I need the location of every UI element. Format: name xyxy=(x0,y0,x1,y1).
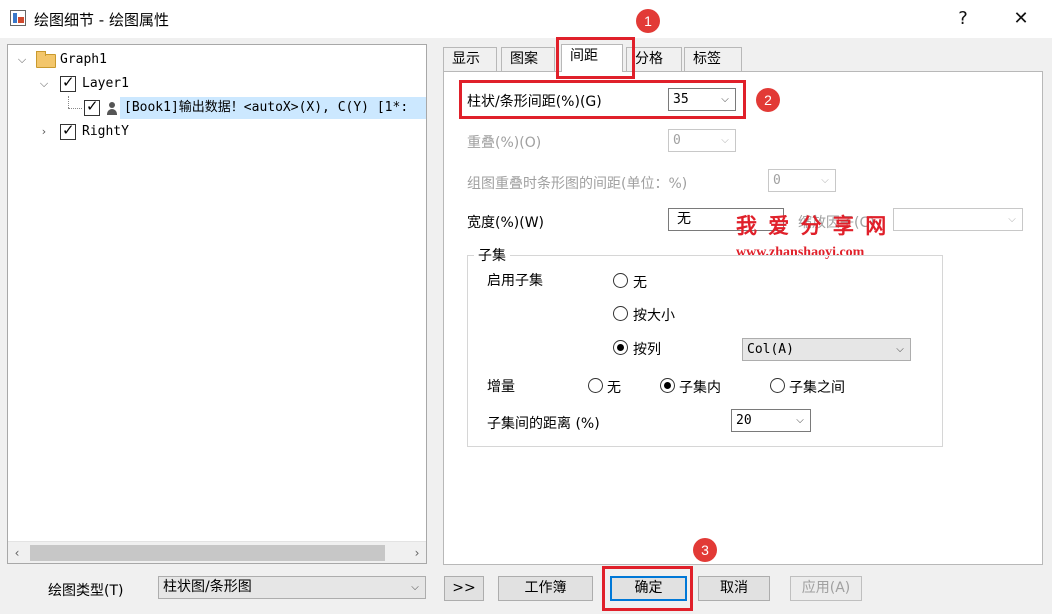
tab-spacing[interactable]: 间距 xyxy=(561,44,623,72)
tree-item-plot[interactable]: [Book1]输出数据！<autoX>(X), C(Y) [1*: xyxy=(124,97,426,119)
tab-pattern[interactable]: 图案 xyxy=(501,47,555,71)
chevron-down-icon[interactable]: ⌵ xyxy=(38,73,50,95)
scroll-right-icon[interactable]: › xyxy=(408,542,426,564)
subset-column-combo[interactable]: Col(A) ⌵ xyxy=(742,338,911,361)
highlight-gap-field xyxy=(459,80,746,119)
group-overlap-value: 0 xyxy=(773,173,781,188)
step-badge-3: 3 xyxy=(693,538,717,562)
overlap-label: 重叠(%)(O) xyxy=(467,135,542,151)
chevron-down-icon[interactable]: ⌵ xyxy=(718,131,732,150)
increment-within-radio[interactable] xyxy=(660,378,675,393)
subset-by-column-label: 按列 xyxy=(633,342,661,358)
overlap-combo[interactable]: 0 ⌵ xyxy=(668,129,736,152)
subset-none-label: 无 xyxy=(633,275,647,291)
overlap-value: 0 xyxy=(673,133,681,148)
group-overlap-combo[interactable]: 0 ⌵ xyxy=(768,169,836,192)
watermark-title: 我 爱 分 享 网 xyxy=(736,214,889,238)
group-overlap-label: 组图重叠时条形图的间距(单位：%) xyxy=(467,176,688,192)
cancel-button[interactable]: 取消 xyxy=(698,576,770,601)
person-icon xyxy=(106,102,118,116)
tree-item-axis[interactable]: RightY xyxy=(82,121,129,143)
app-icon xyxy=(10,10,26,26)
step-badge-2: 2 xyxy=(756,88,780,112)
layer-checkbox[interactable] xyxy=(60,73,76,92)
plot-type-value: 柱状图/条形图 xyxy=(163,579,252,595)
increment-none-radio[interactable] xyxy=(588,378,603,393)
subset-none-radio[interactable] xyxy=(613,273,628,288)
tree-item-layer[interactable]: Layer1 xyxy=(82,73,129,95)
subset-distance-combo[interactable]: 20 ⌵ xyxy=(731,409,811,432)
increment-between-radio[interactable] xyxy=(770,378,785,393)
subset-column-value: Col(A) xyxy=(747,342,794,357)
plot-checkbox[interactable] xyxy=(84,97,100,116)
chevron-down-icon[interactable]: ⌵ xyxy=(408,578,422,597)
subset-by-size-radio[interactable] xyxy=(613,306,628,321)
tree-horizontal-scrollbar[interactable]: ‹ › xyxy=(8,541,426,563)
chevron-down-icon[interactable]: ⌵ xyxy=(16,49,28,71)
subset-by-size-label: 按大小 xyxy=(633,308,675,324)
scale-factor-combo[interactable]: ⌵ xyxy=(893,208,1023,231)
width-label: 宽度(%)(W) xyxy=(467,215,544,231)
subset-by-column-radio[interactable] xyxy=(613,340,628,355)
subset-distance-label: 子集间的距离 (%) xyxy=(487,416,600,432)
subset-distance-value: 20 xyxy=(736,413,752,428)
step-badge-1: 1 xyxy=(636,9,660,33)
tab-display[interactable]: 显示 xyxy=(443,47,497,71)
chevron-down-icon[interactable]: ⌵ xyxy=(793,411,807,430)
plot-type-label: 绘图类型(T) xyxy=(48,583,124,599)
axis-checkbox[interactable] xyxy=(60,121,76,140)
apply-button[interactable]: 应用(A) xyxy=(790,576,862,601)
highlight-ok-button xyxy=(602,566,693,611)
scroll-left-icon[interactable]: ‹ xyxy=(8,542,26,564)
expand-button[interactable]: >> xyxy=(444,576,484,601)
scrollbar-thumb[interactable] xyxy=(30,545,385,561)
enable-subset-label: 启用子集 xyxy=(487,273,543,289)
chevron-right-icon[interactable]: › xyxy=(38,121,50,143)
tree-connector xyxy=(68,108,82,109)
subset-group-title: 子集 xyxy=(474,245,510,265)
close-button[interactable]: ✕ xyxy=(998,4,1044,34)
workbook-button[interactable]: 工作簿 xyxy=(498,576,593,601)
increment-within-label: 子集内 xyxy=(679,380,721,396)
chevron-down-icon[interactable]: ⌵ xyxy=(893,340,907,359)
window-title: 绘图细节 - 绘图属性 xyxy=(34,11,169,29)
tab-labels[interactable]: 标签 xyxy=(684,47,742,71)
chevron-down-icon[interactable]: ⌵ xyxy=(1005,210,1019,229)
chevron-down-icon[interactable]: ⌵ xyxy=(818,171,832,190)
tree-item-graph[interactable]: Graph1 xyxy=(60,49,107,71)
folder-icon xyxy=(36,51,56,68)
increment-between-label: 子集之间 xyxy=(789,380,845,396)
increment-label: 增量 xyxy=(487,379,515,395)
help-button[interactable]: ? xyxy=(940,4,986,34)
increment-none-label: 无 xyxy=(607,380,621,396)
tree-connector xyxy=(68,96,69,108)
plot-type-combo[interactable]: 柱状图/条形图 ⌵ xyxy=(158,576,426,599)
